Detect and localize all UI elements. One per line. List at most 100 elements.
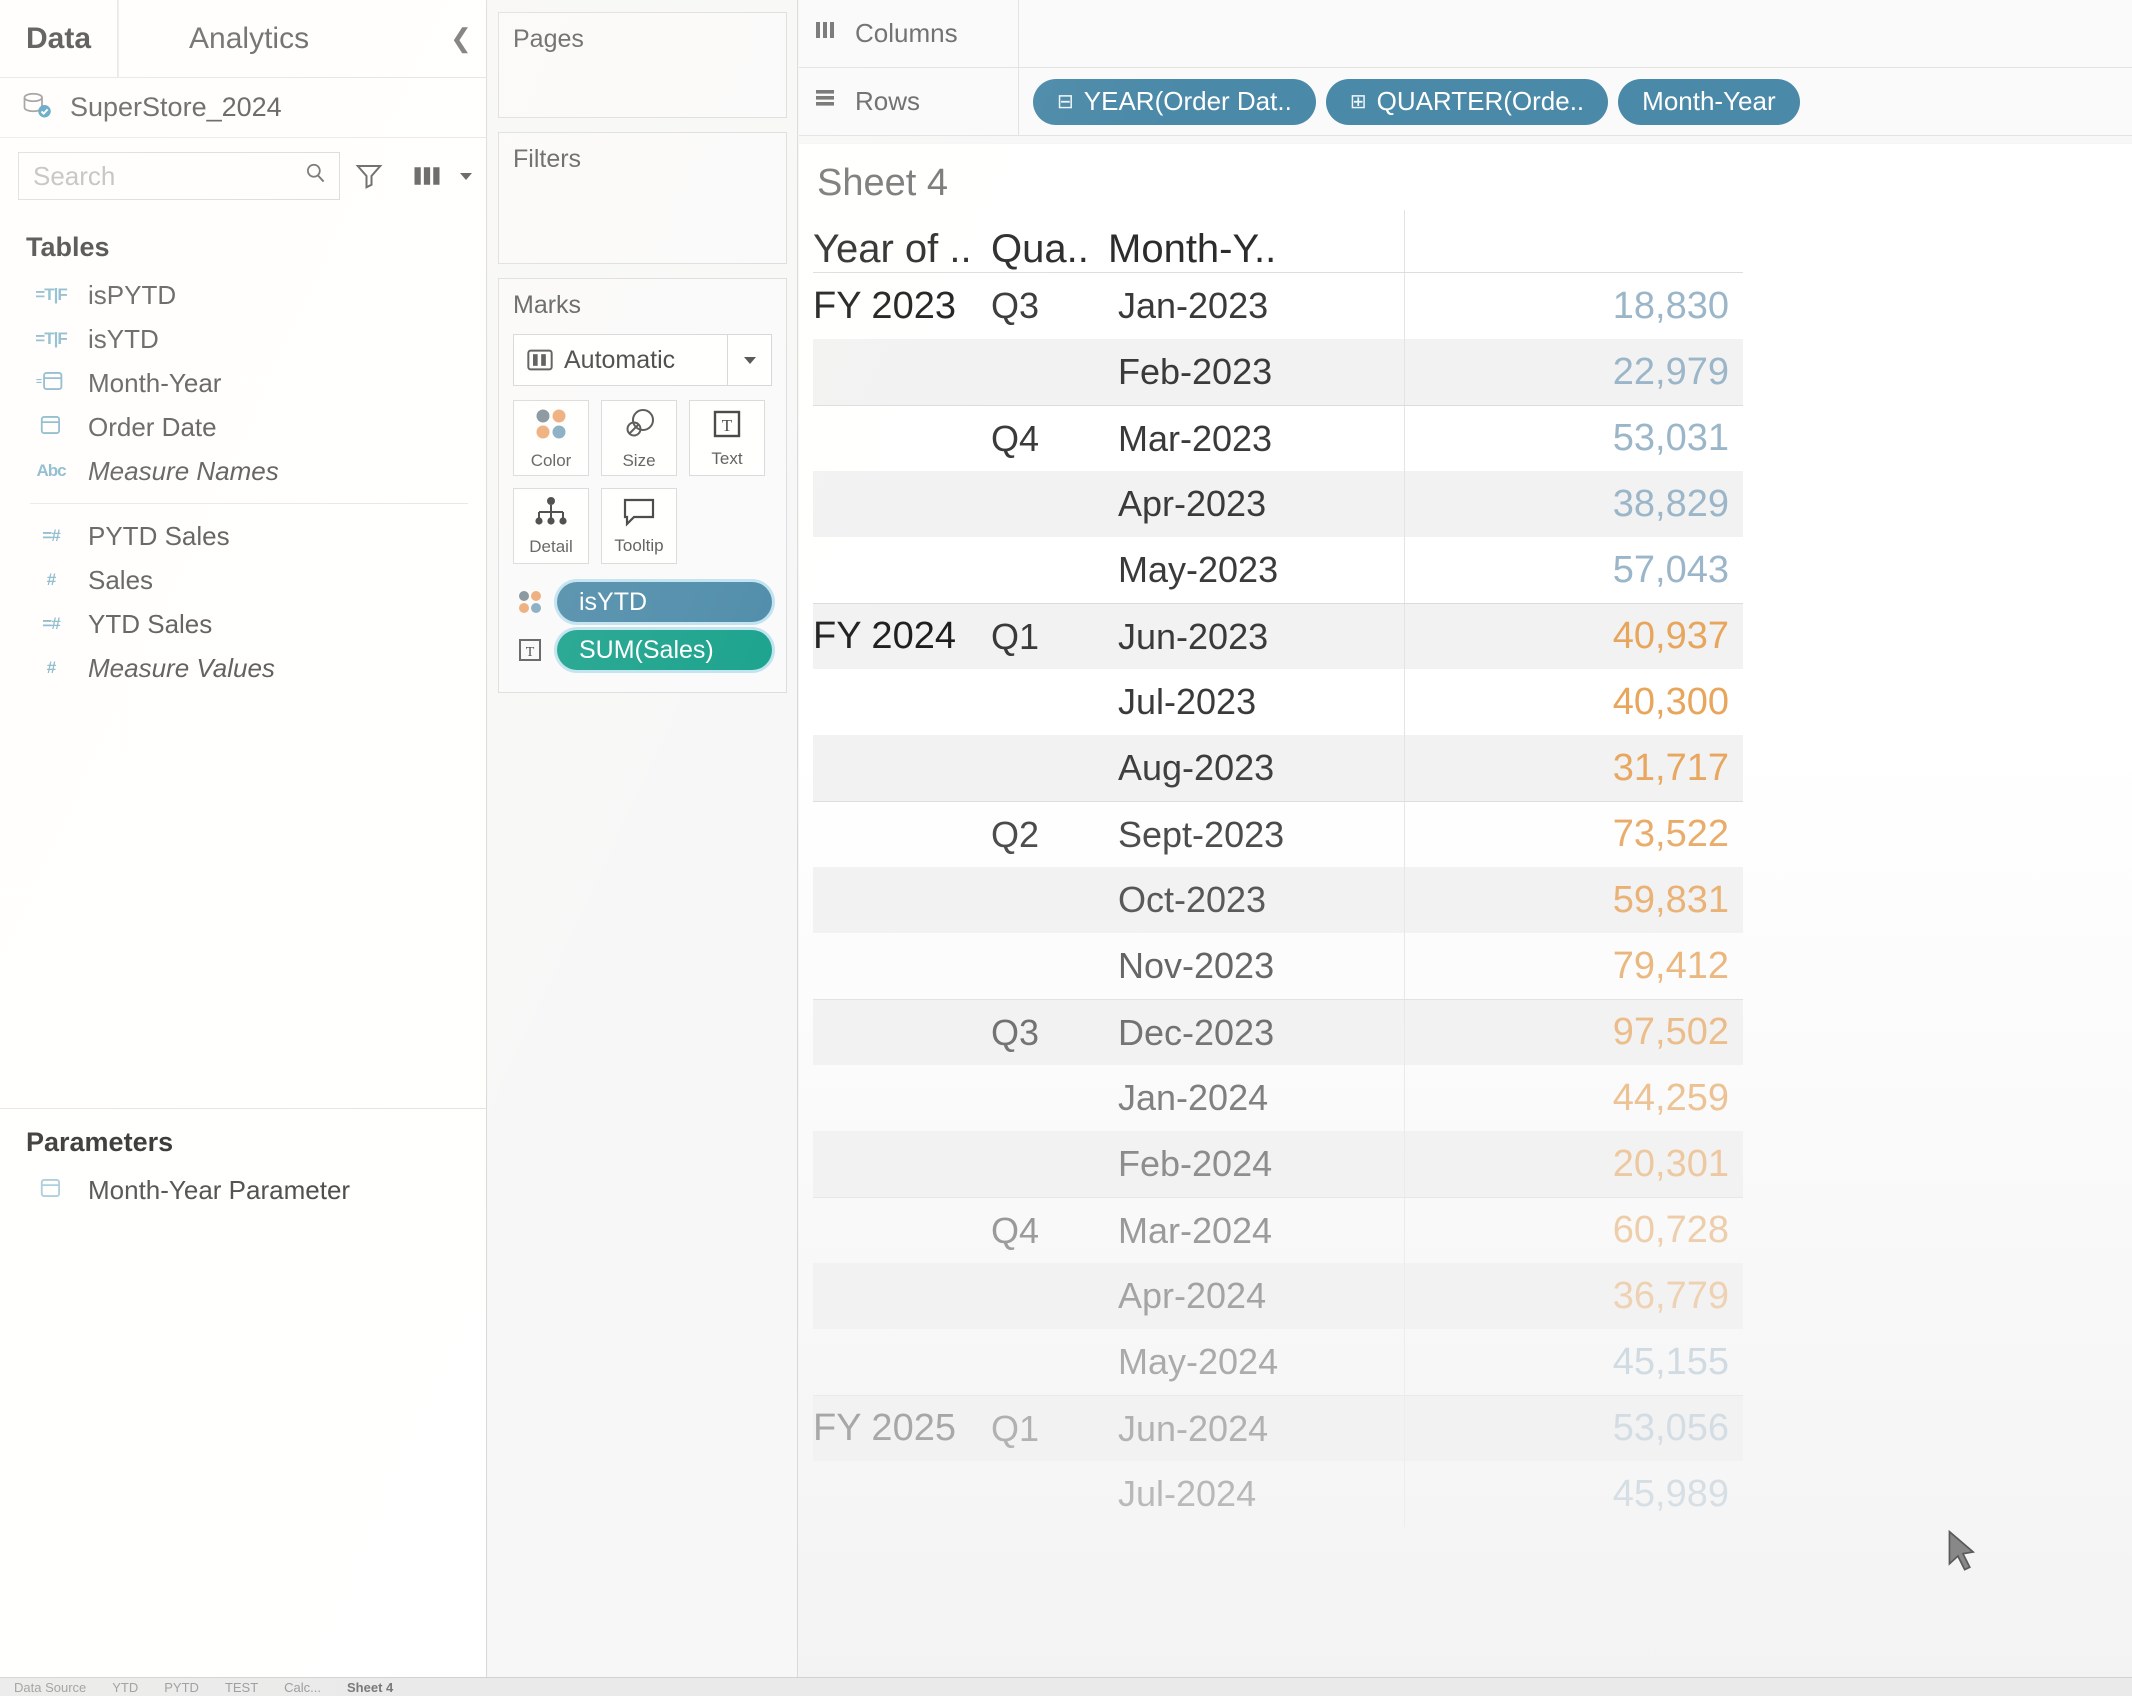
color-button[interactable]: Color bbox=[513, 400, 589, 476]
cell-year[interactable]: FY 2023 bbox=[813, 273, 991, 339]
cell-value[interactable]: 44,259 bbox=[1404, 1065, 1743, 1131]
cell-year[interactable] bbox=[813, 339, 991, 405]
cell-quarter[interactable]: Q1 bbox=[991, 1396, 1108, 1461]
cell-quarter[interactable] bbox=[991, 537, 1108, 603]
cell-year[interactable] bbox=[813, 406, 991, 471]
columns-shelf[interactable]: Columns bbox=[799, 0, 2132, 68]
field-row-measure-names[interactable]: Abc Measure Names bbox=[12, 449, 486, 493]
cell-value[interactable]: 40,937 bbox=[1404, 604, 1743, 669]
cell-month[interactable]: Jun-2024 bbox=[1108, 1396, 1404, 1461]
sheet-tab-calc[interactable]: Calc... bbox=[284, 1680, 321, 1695]
mark-type-selector[interactable]: Automatic bbox=[513, 334, 772, 386]
table-row[interactable]: FY 2023Q3Jan-202318,830 bbox=[813, 273, 1743, 339]
table-row[interactable]: FY 2024Q1Jun-202340,937 bbox=[813, 603, 1743, 669]
cell-value[interactable]: 57,043 bbox=[1404, 537, 1743, 603]
field-row-sales[interactable]: # Sales bbox=[12, 558, 486, 602]
cell-month[interactable]: Mar-2023 bbox=[1108, 406, 1404, 471]
field-row-measure-values[interactable]: # Measure Values bbox=[12, 646, 486, 690]
tab-data[interactable]: Data bbox=[0, 0, 118, 77]
table-row[interactable]: Jul-202445,989 bbox=[813, 1461, 1743, 1527]
cell-quarter[interactable]: Q2 bbox=[991, 802, 1108, 867]
cell-year[interactable] bbox=[813, 1131, 991, 1197]
sheet-tab-ytd[interactable]: YTD bbox=[112, 1680, 138, 1695]
cell-value[interactable]: 20,301 bbox=[1404, 1131, 1743, 1197]
cell-value[interactable]: 97,502 bbox=[1404, 1000, 1743, 1065]
tooltip-button[interactable]: Tooltip bbox=[601, 488, 677, 564]
cell-year[interactable]: FY 2025 bbox=[813, 1396, 991, 1461]
cell-value[interactable]: 45,989 bbox=[1404, 1461, 1743, 1527]
cell-quarter[interactable] bbox=[991, 339, 1108, 405]
cell-month[interactable]: Feb-2023 bbox=[1108, 339, 1404, 405]
cell-month[interactable]: Jul-2023 bbox=[1108, 669, 1404, 735]
table-row[interactable]: Q4Mar-202460,728 bbox=[813, 1197, 1743, 1263]
date-plus-icon[interactable]: ⊞ bbox=[1350, 89, 1367, 114]
column-header-monthyear[interactable]: Month-Y.. bbox=[1108, 227, 1404, 272]
cell-month[interactable]: Apr-2023 bbox=[1108, 471, 1404, 537]
cell-quarter[interactable]: Q4 bbox=[991, 1198, 1108, 1263]
cell-year[interactable] bbox=[813, 1329, 991, 1395]
cell-year[interactable] bbox=[813, 537, 991, 603]
cell-month[interactable]: Jul-2024 bbox=[1108, 1461, 1404, 1527]
cell-year[interactable] bbox=[813, 867, 991, 933]
cell-value[interactable]: 40,300 bbox=[1404, 669, 1743, 735]
table-row[interactable]: Oct-202359,831 bbox=[813, 867, 1743, 933]
table-row[interactable]: Q4Mar-202353,031 bbox=[813, 405, 1743, 471]
column-header-value[interactable] bbox=[1404, 210, 1743, 272]
cell-month[interactable]: Jun-2023 bbox=[1108, 604, 1404, 669]
cell-value[interactable]: 53,056 bbox=[1404, 1396, 1743, 1461]
cell-value[interactable]: 59,831 bbox=[1404, 867, 1743, 933]
cell-quarter[interactable] bbox=[991, 1329, 1108, 1395]
cell-year[interactable] bbox=[813, 802, 991, 867]
cell-quarter[interactable] bbox=[991, 1461, 1108, 1527]
cell-value[interactable]: 53,031 bbox=[1404, 406, 1743, 471]
field-row-ytd-sales[interactable]: =# YTD Sales bbox=[12, 602, 486, 646]
pages-card[interactable]: Pages bbox=[498, 12, 787, 118]
cell-quarter[interactable] bbox=[991, 867, 1108, 933]
cell-quarter[interactable]: Q3 bbox=[991, 273, 1108, 339]
cell-month[interactable]: May-2023 bbox=[1108, 537, 1404, 603]
sheet-tab-sheet4[interactable]: Sheet 4 bbox=[347, 1680, 393, 1695]
table-row[interactable]: Q2Sept-202373,522 bbox=[813, 801, 1743, 867]
table-row[interactable]: Jan-202444,259 bbox=[813, 1065, 1743, 1131]
cell-month[interactable]: Dec-2023 bbox=[1108, 1000, 1404, 1065]
cell-quarter[interactable] bbox=[991, 669, 1108, 735]
cell-value[interactable]: 45,155 bbox=[1404, 1329, 1743, 1395]
parameter-row-month-year[interactable]: Month-Year Parameter bbox=[12, 1168, 486, 1212]
columns-icon[interactable] bbox=[412, 163, 442, 189]
date-minus-icon[interactable]: ⊟ bbox=[1057, 89, 1074, 114]
search-input[interactable] bbox=[19, 153, 339, 199]
table-row[interactable]: May-202445,155 bbox=[813, 1329, 1743, 1395]
marks-pill-isytd[interactable]: isYTD bbox=[557, 582, 772, 622]
cell-year[interactable] bbox=[813, 1000, 991, 1065]
column-header-year[interactable]: Year of .. bbox=[813, 227, 991, 272]
cell-month[interactable]: Oct-2023 bbox=[1108, 867, 1404, 933]
caret-down-icon[interactable] bbox=[727, 335, 771, 385]
cell-month[interactable]: Feb-2024 bbox=[1108, 1131, 1404, 1197]
rows-pill-quarter-order-date[interactable]: ⊞ QUARTER(Orde.. bbox=[1326, 79, 1608, 125]
field-row-isytd[interactable]: =T|F isYTD bbox=[12, 317, 486, 361]
caret-down-icon[interactable] bbox=[456, 166, 476, 186]
columns-shelf-dropzone[interactable] bbox=[1019, 0, 2132, 67]
table-row[interactable]: FY 2025Q1Jun-202453,056 bbox=[813, 1395, 1743, 1461]
text-button[interactable]: T Text bbox=[689, 400, 765, 476]
rows-pill-month-year[interactable]: Month-Year bbox=[1618, 79, 1799, 125]
table-row[interactable]: Feb-202322,979 bbox=[813, 339, 1743, 405]
field-row-pytd-sales[interactable]: =# PYTD Sales bbox=[12, 514, 486, 558]
field-row-order-date[interactable]: Order Date bbox=[12, 405, 486, 449]
cell-value[interactable]: 60,728 bbox=[1404, 1198, 1743, 1263]
cell-quarter[interactable] bbox=[991, 1263, 1108, 1329]
search-box[interactable] bbox=[18, 152, 340, 200]
cell-year[interactable] bbox=[813, 1263, 991, 1329]
cell-month[interactable]: Sept-2023 bbox=[1108, 802, 1404, 867]
table-row[interactable]: Q3Dec-202397,502 bbox=[813, 999, 1743, 1065]
sheet-tab-test[interactable]: TEST bbox=[225, 1680, 258, 1695]
cell-value[interactable]: 22,979 bbox=[1404, 339, 1743, 405]
cell-value[interactable]: 18,830 bbox=[1404, 273, 1743, 339]
cell-month[interactable]: Jan-2024 bbox=[1108, 1065, 1404, 1131]
cell-value[interactable]: 31,717 bbox=[1404, 735, 1743, 801]
filter-icon[interactable] bbox=[354, 161, 384, 191]
cell-quarter[interactable] bbox=[991, 735, 1108, 801]
filters-card[interactable]: Filters bbox=[498, 132, 787, 264]
cell-year[interactable] bbox=[813, 669, 991, 735]
cell-quarter[interactable] bbox=[991, 1065, 1108, 1131]
